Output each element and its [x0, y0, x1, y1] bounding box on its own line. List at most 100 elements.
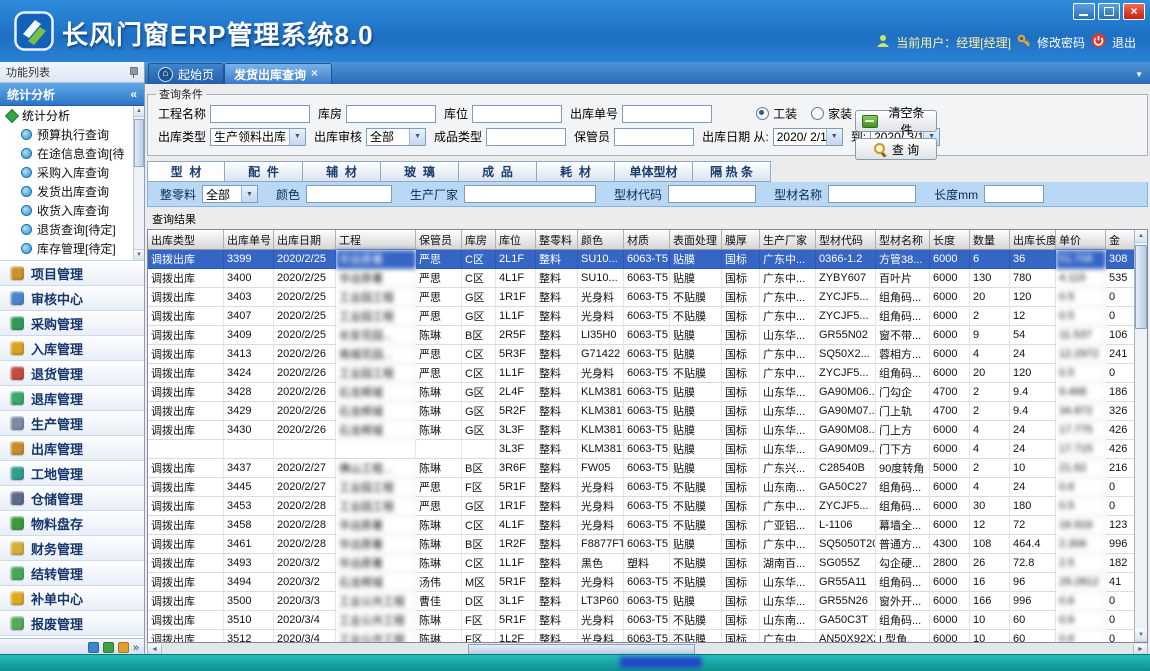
location-input[interactable] [472, 105, 562, 123]
project-name-input[interactable] [210, 105, 310, 123]
sidebar-item-audit-center[interactable]: 审核中心 [0, 286, 144, 311]
table-row[interactable]: 调拨出库35002020/3/3工业公共工程曹佳D区3L1F整料LT3P6060… [148, 592, 1137, 611]
column-header[interactable]: 颜色 [578, 230, 624, 250]
sidebar-item-supplement[interactable]: 补单中心 [0, 586, 144, 611]
filter-input[interactable] [464, 185, 596, 203]
footer-list-icon[interactable] [103, 642, 114, 653]
column-header[interactable]: 金 [1106, 230, 1137, 250]
column-header[interactable]: 库房 [462, 230, 496, 250]
scroll-up-icon[interactable] [1135, 230, 1147, 243]
table-row[interactable]: 调拨出库34582020/2/28华远原著陈琳C区4L1F整料光身料6063-T… [148, 516, 1137, 535]
product-type-input[interactable] [486, 128, 566, 146]
tree-scrollbar[interactable] [133, 106, 144, 260]
table-row[interactable]: 调拨出库34292020/2/26石龙辉城陈琳G区5R2F整料KLM381760… [148, 402, 1137, 421]
close-tab-icon[interactable] [311, 69, 322, 80]
sidebar-item-warehouse[interactable]: 仓储管理 [0, 486, 144, 511]
tree-item[interactable]: 退货查询[待定] [0, 220, 144, 239]
scroll-thumb[interactable] [1135, 245, 1147, 329]
column-header[interactable]: 膜厚 [722, 230, 760, 250]
table-row[interactable]: 调拨出库34032020/2/25工业园工程严思G区1R1F整料光身料6063-… [148, 288, 1137, 307]
sidebar-item-inbound[interactable]: 入库管理 [0, 336, 144, 361]
column-header[interactable]: 整零料 [536, 230, 578, 250]
column-header[interactable]: 出库长度 [1010, 230, 1056, 250]
filter-input[interactable] [306, 185, 392, 203]
tree-item[interactable]: 库存管理[待定] [0, 239, 144, 258]
change-password-link[interactable]: 修改密码 [1037, 34, 1085, 51]
column-header[interactable]: 保管员 [416, 230, 462, 250]
sidebar-item-inventory[interactable]: 物料盘存 [0, 511, 144, 536]
column-header[interactable]: 库位 [496, 230, 536, 250]
material-tab[interactable]: 型 材 [147, 161, 225, 182]
table-row[interactable]: 调拨出库33992020/2/25华远原著严思C区2L1F整料SU10...60… [148, 250, 1137, 269]
table-row[interactable]: 调拨出库34282020/2/26石龙辉城陈琳G区2L4F整料KLM381760… [148, 383, 1137, 402]
material-tab[interactable]: 耗 材 [537, 161, 615, 182]
order-no-input[interactable] [622, 105, 712, 123]
tab-home[interactable]: 起始页 [148, 63, 224, 84]
table-row[interactable]: 调拨出库34372020/2/27佛山工程...陈琳B区3R6F整料FW0560… [148, 459, 1137, 478]
sidebar-item-site[interactable]: 工地管理 [0, 461, 144, 486]
stats-section-header[interactable]: 统计分析 [0, 83, 144, 106]
tree-item[interactable]: 在途信息查询[待 [0, 144, 144, 163]
column-header[interactable]: 出库单号 [224, 230, 274, 250]
filter-combo[interactable]: 全部 [202, 185, 258, 203]
material-tab[interactable]: 玻 璃 [381, 161, 459, 182]
column-header[interactable]: 表面处理 [670, 230, 722, 250]
filter-input[interactable] [984, 185, 1044, 203]
table-row[interactable]: 调拨出库34612020/2/28华远原著陈琳B区1R2F整料F8877FT60… [148, 535, 1137, 554]
tree-item[interactable]: 采购入库查询 [0, 163, 144, 182]
close-button[interactable] [1123, 3, 1145, 20]
material-tab[interactable]: 单体型材 [615, 161, 693, 182]
column-header[interactable]: 出库类型 [148, 230, 224, 250]
table-row[interactable]: 调拨出库34072020/2/25工业园工程严思G区1L1F整料光身料6063-… [148, 307, 1137, 326]
sidebar-item-carryover[interactable]: 结转管理 [0, 561, 144, 586]
column-header[interactable]: 单价 [1056, 230, 1106, 250]
sidebar-item-scrap[interactable]: 报废管理 [0, 611, 144, 636]
sidebar-item-project[interactable]: 项目管理 [0, 261, 144, 286]
table-row[interactable]: 调拨出库34942020/3/2石龙辉城汤伟M区5R1F整料光身料6063-T5… [148, 573, 1137, 592]
filter-input[interactable] [668, 185, 756, 203]
maximize-button[interactable] [1098, 3, 1120, 20]
table-row[interactable]: 调拨出库34132020/2/26南城花园...严思C区5R3F整料G71422… [148, 345, 1137, 364]
footer-folder-icon[interactable] [88, 642, 99, 653]
date-from-picker[interactable]: 2020/ 2/16 [773, 128, 843, 146]
scroll-left-icon[interactable] [148, 644, 162, 655]
sidebar-item-return-stock[interactable]: 退库管理 [0, 386, 144, 411]
scroll-down-icon[interactable] [134, 249, 144, 260]
tree-root[interactable]: 统计分析 [0, 106, 144, 125]
keeper-input[interactable] [614, 128, 694, 146]
scroll-up-icon[interactable] [134, 106, 144, 117]
sidebar-item-purchase[interactable]: 采购管理 [0, 311, 144, 336]
table-row[interactable]: 调拨出库34002020/2/25华远原著严思C区4L1F整料SU10...60… [148, 269, 1137, 288]
table-row[interactable]: 调拨出库35102020/3/4工业公共工程陈琳F区5R1F整料光身料6063-… [148, 611, 1137, 630]
tab-shipping-outbound-query[interactable]: 发货出库查询 [224, 63, 332, 84]
material-tab[interactable]: 隔 热 条 [693, 161, 771, 182]
tree-item[interactable]: 收货入库查询 [0, 201, 144, 220]
column-header[interactable]: 长度 [930, 230, 970, 250]
material-tab[interactable]: 辅 材 [303, 161, 381, 182]
scroll-right-icon[interactable] [1133, 644, 1147, 655]
column-header[interactable]: 数量 [970, 230, 1010, 250]
column-header[interactable]: 型材代码 [816, 230, 876, 250]
column-header[interactable]: 出库日期 [274, 230, 336, 250]
clear-button[interactable]: 清空条件 [855, 110, 937, 132]
filter-input[interactable] [828, 185, 916, 203]
table-row[interactable]: 调拨出库35122020/3/4工业公共工程陈琳F区1L2F整料光身料6063-… [148, 630, 1137, 643]
radio-gongzhuang[interactable]: 工装 [756, 105, 797, 122]
column-header[interactable]: 生产厂家 [760, 230, 816, 250]
column-header[interactable]: 型材名称 [876, 230, 930, 250]
search-button[interactable]: 查 询 [855, 138, 937, 160]
outbound-type-select[interactable]: 生产领料出库 [210, 128, 306, 146]
sidebar-item-finance[interactable]: 财务管理 [0, 536, 144, 561]
table-row[interactable]: 3L3F整料KLM38176063-T5贴膜国标山东华...GA90M09...… [148, 440, 1137, 459]
status-link[interactable]: ▇▇▇▇▇▇▇▇▇▇▇▇ [620, 657, 700, 668]
table-row[interactable]: 调拨出库34242020/2/26工业园工程严思C区1L1F整料光身料6063-… [148, 364, 1137, 383]
radio-jiazhuang[interactable]: 家装 [811, 105, 852, 122]
table-row[interactable]: 调拨出库34452020/2/27工业园工程严思F区5R1F整料光身料6063-… [148, 478, 1137, 497]
logout-link[interactable]: 退出 [1112, 34, 1136, 51]
sidebar-item-outbound[interactable]: 出库管理 [0, 436, 144, 461]
collapse-icon[interactable] [130, 87, 137, 101]
tree-item[interactable]: 预算执行查询 [0, 125, 144, 144]
tree-item[interactable]: 发货出库查询 [0, 182, 144, 201]
table-row[interactable]: 调拨出库34302020/2/26石龙辉城陈琳G区3L3F整料KLM381760… [148, 421, 1137, 440]
footer-tools-icon[interactable] [118, 642, 129, 653]
